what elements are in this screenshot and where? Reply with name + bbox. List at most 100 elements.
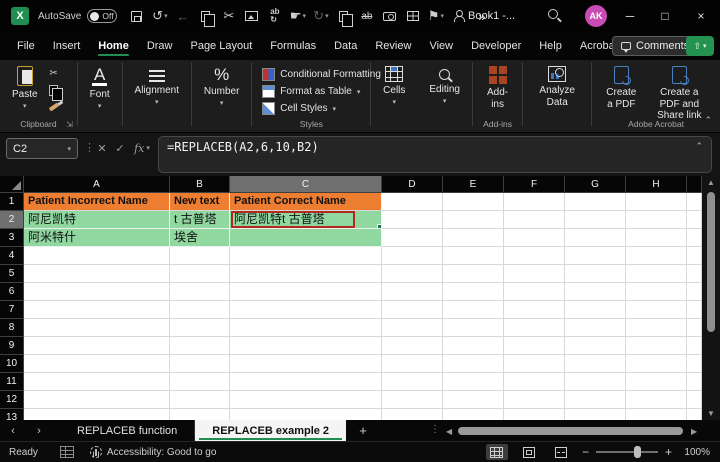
find-replace-icon[interactable]: ab ↻	[265, 5, 284, 27]
page-layout-view-button[interactable]	[518, 444, 540, 460]
cell-H9[interactable]	[626, 337, 687, 355]
close-button[interactable]: ×	[686, 0, 716, 32]
cell-C6[interactable]	[230, 283, 382, 301]
cell-E1[interactable]	[443, 193, 504, 211]
cell-A2[interactable]: 阿尼凯特	[24, 211, 170, 229]
new-file-icon[interactable]	[334, 5, 354, 27]
cell-A12[interactable]	[24, 391, 170, 409]
cell-E5[interactable]	[443, 265, 504, 283]
minimize-button[interactable]: ─	[615, 0, 645, 32]
account-avatar[interactable]: AK	[585, 5, 607, 27]
lookup-person-icon[interactable]	[449, 5, 468, 27]
cell-C2[interactable]: 阿尼凯特t 古普塔	[230, 211, 382, 229]
ribbon-tab-page-layout[interactable]: Page Layout	[181, 34, 261, 59]
column-header-G[interactable]: G	[565, 176, 626, 193]
cell-F9[interactable]	[504, 337, 565, 355]
autosave-toggle[interactable]: Off	[87, 9, 118, 23]
editing-button[interactable]: Editing ▾	[423, 64, 466, 132]
macro-record-icon[interactable]	[59, 446, 74, 458]
flag-icon[interactable]: ⚑ ▾	[426, 5, 445, 27]
cell-H12[interactable]	[626, 391, 687, 409]
cell-G12[interactable]	[565, 391, 626, 409]
cell-F3[interactable]	[504, 229, 565, 247]
cancel-icon[interactable]: ✕	[94, 140, 110, 156]
cell-C11[interactable]	[230, 373, 382, 391]
cell-A5[interactable]	[24, 265, 170, 283]
cell-A13[interactable]	[24, 409, 170, 420]
zoom-out-icon[interactable]: −	[582, 445, 589, 459]
strikethrough-icon[interactable]: ab	[357, 5, 376, 27]
touch-mode-icon[interactable]: ☛ ▾	[288, 5, 307, 27]
cell-G1[interactable]	[565, 193, 626, 211]
vertical-scrollbar[interactable]: ▲ ▼	[702, 176, 720, 420]
copy-button[interactable]	[46, 83, 64, 101]
cell-H11[interactable]	[626, 373, 687, 391]
cell-H5[interactable]	[626, 265, 687, 283]
camera-icon[interactable]	[380, 5, 399, 27]
cells-button[interactable]: Cells ▾	[377, 64, 411, 132]
column-header-B[interactable]: B	[170, 176, 230, 193]
ribbon-tab-help[interactable]: Help	[530, 34, 571, 59]
accessibility-status[interactable]: Accessibility: Good to go	[89, 446, 216, 458]
cell-E8[interactable]	[443, 319, 504, 337]
column-header-C[interactable]: C	[230, 176, 382, 193]
cell-F6[interactable]	[504, 283, 565, 301]
cell-H13[interactable]	[626, 409, 687, 420]
cell-C1[interactable]: Patient Correct Name	[230, 193, 382, 211]
ribbon-tab-data[interactable]: Data	[325, 34, 366, 59]
cell-F11[interactable]	[504, 373, 565, 391]
cell-C13[interactable]	[230, 409, 382, 420]
normal-view-button[interactable]	[485, 444, 508, 460]
cell-B2[interactable]: t 古普塔	[170, 211, 230, 229]
cell-G10[interactable]	[565, 355, 626, 373]
cell-H1[interactable]	[626, 193, 687, 211]
row-header-11[interactable]: 11	[0, 373, 24, 391]
clipboard-dialog-launcher-icon[interactable]: ⇲	[66, 120, 73, 129]
format-painter-button[interactable]	[46, 100, 62, 114]
vertical-scroll-thumb[interactable]	[707, 192, 715, 332]
zoom-in-icon[interactable]: +	[665, 445, 672, 459]
cell-A10[interactable]	[24, 355, 170, 373]
sheet-tab-replaceb-example-2[interactable]: REPLACEB example 2	[195, 420, 347, 441]
cell-F1[interactable]	[504, 193, 565, 211]
cell-F7[interactable]	[504, 301, 565, 319]
cell-A9[interactable]	[24, 337, 170, 355]
row-header-6[interactable]: 6	[0, 283, 24, 301]
enter-icon[interactable]: ✓	[112, 140, 128, 156]
cell-F2[interactable]	[504, 211, 565, 229]
cell-H8[interactable]	[626, 319, 687, 337]
ribbon-tab-review[interactable]: Review	[366, 34, 420, 59]
row-header-5[interactable]: 5	[0, 265, 24, 283]
font-button[interactable]: A Font ▾	[84, 64, 116, 132]
cell-A1[interactable]: Patient Incorrect Name	[24, 193, 170, 211]
row-header-9[interactable]: 9	[0, 337, 24, 355]
cell-B7[interactable]	[170, 301, 230, 319]
cell-D12[interactable]	[382, 391, 443, 409]
cell-C9[interactable]	[230, 337, 382, 355]
ribbon-tab-developer[interactable]: Developer	[462, 34, 530, 59]
cell-H6[interactable]	[626, 283, 687, 301]
column-header-E[interactable]: E	[443, 176, 504, 193]
select-all-corner[interactable]	[0, 176, 24, 193]
maximize-button[interactable]: □	[650, 0, 680, 32]
row-header-12[interactable]: 12	[0, 391, 24, 409]
cell-C8[interactable]	[230, 319, 382, 337]
cell-E10[interactable]	[443, 355, 504, 373]
cell-H3[interactable]	[626, 229, 687, 247]
cell-D13[interactable]	[382, 409, 443, 420]
cell-G9[interactable]	[565, 337, 626, 355]
cell-H2[interactable]	[626, 211, 687, 229]
cell-B1[interactable]: New text	[170, 193, 230, 211]
cell-D2[interactable]	[382, 211, 443, 229]
row-header-10[interactable]: 10	[0, 355, 24, 373]
cell-C5[interactable]	[230, 265, 382, 283]
row-header-1[interactable]: 1	[0, 193, 24, 211]
cell-B13[interactable]	[170, 409, 230, 420]
cell-D10[interactable]	[382, 355, 443, 373]
cell-G8[interactable]	[565, 319, 626, 337]
save-icon[interactable]	[127, 5, 146, 27]
cell-B4[interactable]	[170, 247, 230, 265]
cell-D7[interactable]	[382, 301, 443, 319]
collapse-ribbon-icon[interactable]: ⌃	[704, 115, 712, 126]
cell-A6[interactable]	[24, 283, 170, 301]
